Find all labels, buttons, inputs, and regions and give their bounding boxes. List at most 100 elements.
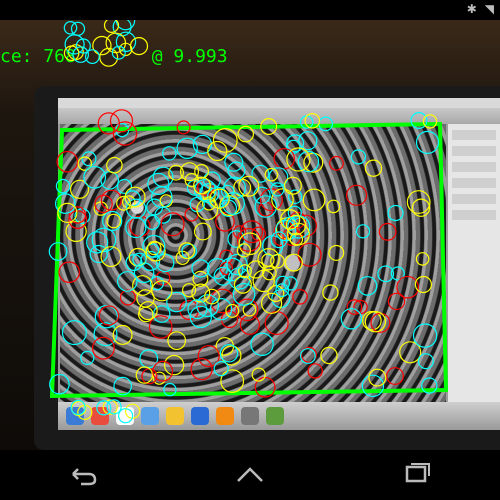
- keypoint-circle: [136, 289, 155, 308]
- keypoint-circle: [193, 222, 212, 241]
- keypoint-circle: [182, 283, 197, 298]
- keypoint-circle: [227, 230, 246, 248]
- keypoint-circle: [152, 360, 174, 382]
- keypoint-circle: [128, 247, 148, 267]
- keypoint-circle: [190, 358, 213, 381]
- keypoint-circle: [61, 320, 87, 346]
- keypoint-circle: [58, 261, 80, 283]
- keypoint-circle: [162, 146, 177, 161]
- keypoint-circle: [106, 156, 123, 174]
- keypoint-circle: [329, 155, 344, 171]
- keypoint-circle: [415, 130, 440, 155]
- keypoint-circle: [251, 164, 270, 183]
- keypoint-circle: [129, 37, 149, 56]
- keypoint-circle: [115, 20, 136, 31]
- keypoint-circle: [364, 159, 383, 177]
- keypoint-circle: [167, 331, 187, 351]
- keypoint-circle: [298, 131, 318, 151]
- keypoint-circle: [105, 32, 127, 54]
- keypoint-circles: [48, 20, 440, 424]
- keypoint-circle: [160, 212, 185, 237]
- keypoint-circle: [302, 188, 326, 212]
- keypoint-circle: [135, 366, 154, 384]
- keypoint-circle: [273, 147, 295, 170]
- keypoint-circle: [213, 361, 229, 377]
- status-bar: ✱ ◥: [0, 0, 500, 20]
- keypoint-circle: [212, 127, 238, 153]
- keypoint-circle: [154, 206, 172, 224]
- keypoint-circle: [307, 363, 323, 379]
- keypoint-circle: [320, 346, 338, 365]
- keypoint-circle: [297, 242, 322, 267]
- keypoint-circle: [254, 195, 278, 218]
- keypoint-circle: [191, 259, 210, 278]
- keypoint-circle: [163, 354, 185, 376]
- feature-overlay: [48, 20, 449, 424]
- keypoint-circle: [106, 213, 121, 229]
- android-nav-bar: [0, 450, 500, 500]
- keypoint-circle: [178, 242, 196, 260]
- keypoint-circle: [151, 280, 173, 302]
- keypoint-circle: [406, 190, 431, 214]
- keypoint-circle: [412, 323, 438, 348]
- keypoint-circle: [125, 216, 147, 239]
- keypoint-circle: [194, 163, 210, 179]
- keypoint-circle: [411, 198, 431, 217]
- keypoint-circle: [235, 298, 259, 322]
- keypoint-circle: [98, 305, 120, 326]
- keypoint-circle: [250, 332, 274, 356]
- keypoint-circle: [346, 184, 368, 206]
- keypoint-circle: [303, 152, 324, 173]
- recents-button[interactable]: [387, 455, 447, 495]
- keypoint-circle: [112, 324, 133, 345]
- keypoint-circle: [283, 176, 302, 195]
- keypoint-circle: [350, 149, 366, 165]
- keypoint-circle: [387, 204, 404, 222]
- keypoint-circle: [65, 220, 87, 242]
- keypoint-circle: [340, 308, 363, 330]
- keypoint-circle: [89, 244, 108, 264]
- keypoint-circle: [91, 336, 115, 360]
- home-icon: [237, 466, 263, 482]
- back-icon: [72, 467, 97, 485]
- keypoint-circle: [202, 171, 221, 190]
- keypoint-circle: [417, 353, 434, 370]
- keypoint-circle: [184, 207, 199, 222]
- keypoint-circle: [116, 178, 132, 194]
- keypoint-circle: [113, 376, 132, 396]
- keypoint-circle: [264, 311, 289, 336]
- keypoint-circle: [83, 165, 107, 189]
- keypoint-circle: [386, 367, 404, 385]
- keypoint-circle: [63, 21, 78, 35]
- keypoint-circle: [283, 276, 298, 291]
- keypoint-circle: [147, 172, 170, 195]
- recents-icon: [405, 462, 430, 482]
- keypoint-circle: [239, 314, 260, 335]
- keypoint-circle: [219, 344, 239, 363]
- keypoint-circle: [326, 199, 341, 214]
- keypoint-circle: [144, 214, 160, 231]
- keypoint-circle: [100, 171, 119, 190]
- keypoint-circle: [284, 253, 303, 272]
- keypoint-circle: [246, 260, 265, 279]
- keypoint-circle: [159, 194, 173, 208]
- keypoint-circle: [387, 292, 406, 311]
- keypoint-circle: [328, 244, 345, 261]
- keypoint-circle: [207, 140, 228, 162]
- keypoint-circle: [119, 289, 136, 306]
- keypoint-circle: [206, 258, 228, 280]
- keypoint-circle: [322, 284, 339, 301]
- home-button[interactable]: [220, 455, 280, 495]
- keypoint-circle: [378, 222, 397, 241]
- keypoint-circle: [357, 276, 378, 296]
- wifi-icon: ◥: [484, 2, 494, 16]
- keypoint-circle: [292, 288, 308, 305]
- keypoint-circle: [300, 348, 316, 364]
- keypoint-circle: [286, 134, 305, 153]
- back-button[interactable]: [53, 455, 113, 495]
- keypoint-circle: [368, 368, 387, 387]
- keypoint-circle: [355, 224, 371, 239]
- keypoint-circle: [415, 252, 430, 266]
- keypoint-circle: [275, 275, 290, 291]
- bluetooth-icon: ✱: [466, 2, 477, 16]
